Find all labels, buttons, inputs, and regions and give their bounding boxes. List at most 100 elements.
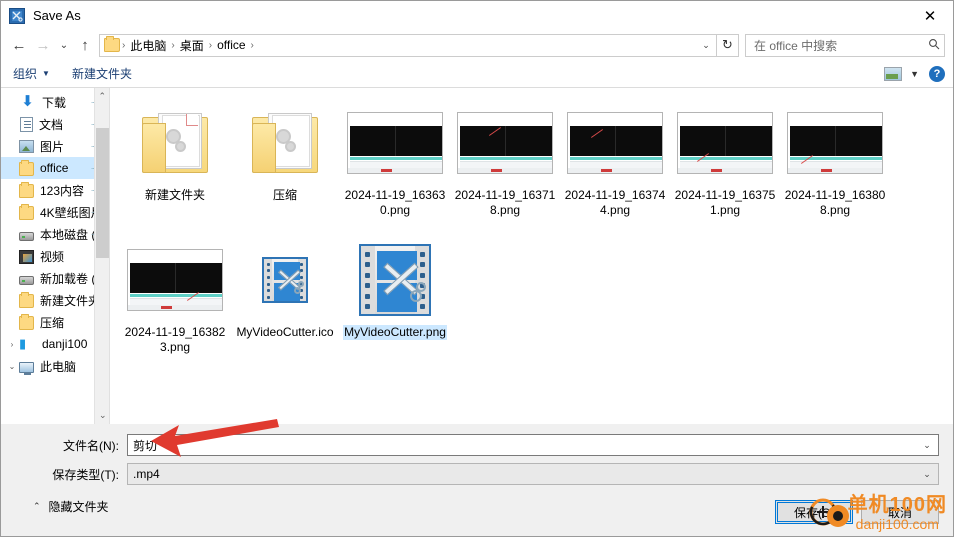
file-item[interactable]: 2024-11-19_163751.png bbox=[670, 98, 780, 235]
scissors-ring-2 bbox=[298, 281, 305, 287]
film-hole bbox=[365, 304, 371, 309]
breadcrumb-item-0[interactable]: 此电脑 bbox=[127, 37, 169, 54]
help-icon[interactable]: ? bbox=[929, 65, 945, 82]
thumb-statusbar bbox=[788, 168, 883, 173]
view-chevron-down-icon[interactable]: ▼ bbox=[910, 69, 919, 79]
thumb-timeline bbox=[570, 157, 663, 160]
file-name-label: 新建文件夹 bbox=[145, 188, 206, 202]
video-icon bbox=[19, 249, 34, 264]
folder-front bbox=[252, 123, 277, 173]
thumb-record-button bbox=[821, 169, 833, 172]
file-item[interactable]: 2024-11-19_163718.png bbox=[450, 98, 560, 235]
file-thumbnail bbox=[677, 104, 774, 182]
folder-icon bbox=[142, 113, 209, 173]
file-item[interactable]: MyVideoCutter.png bbox=[340, 235, 450, 372]
file-name-label: 2024-11-19_163751.png bbox=[674, 188, 776, 217]
breadcrumb-separator-2: › bbox=[208, 39, 213, 51]
back-icon[interactable]: ← bbox=[7, 33, 31, 57]
file-item[interactable]: 2024-11-19_163744.png bbox=[560, 98, 670, 235]
file-name-label: MyVideoCutter.png bbox=[343, 325, 448, 340]
save-button[interactable]: 保存(S) bbox=[775, 500, 853, 524]
breadcrumb-dropdown-icon[interactable]: ⌄ bbox=[698, 40, 714, 51]
thumb-video-panes bbox=[790, 126, 883, 156]
filetype-chevron-down-icon[interactable]: ⌄ bbox=[918, 469, 936, 480]
file-list-pane[interactable]: 新建文件夹 压缩 2024-11-19_163630.png 2024-11-19_1… bbox=[110, 88, 953, 424]
search-input[interactable]: 在 office 中搜索 bbox=[745, 33, 945, 57]
folder-corner bbox=[186, 114, 199, 126]
sidebar-item-0[interactable]: ⬇下载📌 bbox=[1, 91, 109, 113]
file-item[interactable]: 新建文件夹 bbox=[120, 98, 230, 235]
thumb-statusbar bbox=[458, 168, 553, 173]
drive-icon bbox=[19, 231, 34, 241]
sidebar-expander-icon[interactable]: › bbox=[7, 340, 17, 349]
film-hole bbox=[365, 283, 371, 288]
refresh-icon[interactable]: ↻ bbox=[717, 33, 739, 57]
thumb-video-panes bbox=[680, 126, 773, 156]
scrollbar-thumb[interactable] bbox=[96, 128, 110, 258]
file-grid: 新建文件夹 压缩 2024-11-19_163630.png 2024-11-19_1… bbox=[120, 98, 953, 372]
change-view-icon[interactable] bbox=[884, 66, 903, 81]
screenshot-thumbnail bbox=[127, 249, 224, 311]
scissors-ring-2 bbox=[416, 282, 427, 292]
gear-icon bbox=[285, 141, 297, 152]
sidebar-item-10[interactable]: 压缩 bbox=[1, 311, 109, 333]
folder-front bbox=[142, 123, 167, 173]
forward-icon[interactable]: → bbox=[31, 33, 55, 57]
sidebar-item-7[interactable]: 视频 bbox=[1, 245, 109, 267]
sidebar-item-label: 此电脑 bbox=[40, 359, 77, 374]
file-thumbnail bbox=[252, 104, 319, 182]
film-hole bbox=[365, 294, 371, 299]
sidebar-item-1[interactable]: 文档📌 bbox=[1, 113, 109, 135]
document-icon bbox=[20, 116, 33, 132]
sidebar-item-12[interactable]: ⌄ 此电脑 bbox=[1, 355, 109, 377]
new-folder-button[interactable]: 新建文件夹 bbox=[72, 65, 132, 82]
sidebar-item-9[interactable]: 新建文件夹 bbox=[1, 289, 109, 311]
thumb-video-panes bbox=[460, 126, 553, 156]
breadcrumb-item-1[interactable]: 桌面 bbox=[177, 37, 207, 54]
breadcrumb-folder-icon bbox=[104, 36, 120, 52]
sidebar-item-6[interactable]: 本地磁盘 (D:)📌 bbox=[1, 223, 109, 245]
navigation-pane: ⬇下载📌文档📌图片📌office📌123内容📌4K壁纸图片📌本地磁盘 (D:)📌… bbox=[1, 88, 110, 424]
cancel-button[interactable]: 取消 bbox=[861, 500, 939, 524]
organize-button[interactable]: 组织 ▼ bbox=[13, 65, 50, 82]
sidebar-expander-icon[interactable]: ⌄ bbox=[7, 362, 17, 371]
film-hole bbox=[267, 276, 271, 279]
organize-label: 组织 bbox=[13, 67, 38, 81]
up-icon[interactable]: ↑ bbox=[73, 33, 97, 57]
sidebar-item-3[interactable]: office📌 bbox=[1, 157, 110, 179]
close-icon[interactable]: ✕ bbox=[907, 1, 953, 30]
file-item[interactable]: 2024-11-19_163630.png bbox=[340, 98, 450, 235]
scroll-down-icon[interactable]: ⌄ bbox=[95, 407, 109, 424]
download-icon: ⬇ bbox=[21, 93, 34, 110]
this-pc-icon bbox=[19, 361, 34, 375]
breadcrumb[interactable]: › 此电脑 › 桌面 › office › ⌄ bbox=[99, 33, 717, 57]
sidebar-item-11[interactable]: › ▮ danji100 bbox=[1, 333, 109, 355]
file-item[interactable]: 2024-11-19_163808.png bbox=[780, 98, 890, 235]
screenshot-thumbnail bbox=[677, 112, 774, 174]
recent-locations-icon[interactable]: ⌄ bbox=[55, 33, 73, 57]
thumb-timeline bbox=[680, 157, 773, 160]
scroll-up-icon[interactable]: ⌃ bbox=[95, 88, 109, 105]
filetype-value: .mp4 bbox=[133, 467, 160, 481]
sidebar-item-8[interactable]: 新加载卷 (E:) bbox=[1, 267, 109, 289]
file-name-label: 2024-11-19_163718.png bbox=[454, 188, 556, 217]
new-folder-label: 新建文件夹 bbox=[71, 67, 132, 81]
file-item[interactable]: 压缩 bbox=[230, 98, 340, 235]
filetype-select[interactable]: .mp4 ⌄ bbox=[127, 463, 939, 485]
file-item[interactable]: 2024-11-19_163823.png bbox=[120, 235, 230, 372]
sidebar-scrollbar[interactable]: ⌃ ⌄ bbox=[94, 88, 110, 424]
file-name-label: 2024-11-19_163808.png bbox=[784, 188, 886, 217]
file-item[interactable]: MyVideoCutter.ico bbox=[230, 235, 340, 372]
thumb-record-button bbox=[161, 306, 173, 309]
folder-icon bbox=[19, 181, 34, 198]
film-strip-scissors-icon bbox=[359, 244, 432, 316]
thumb-video-panes bbox=[350, 126, 443, 156]
breadcrumb-item-2[interactable]: office bbox=[214, 38, 248, 52]
filename-chevron-down-icon[interactable]: ⌄ bbox=[918, 440, 936, 451]
sidebar-item-5[interactable]: 4K壁纸图片📌 bbox=[1, 201, 109, 223]
sidebar-item-2[interactable]: 图片📌 bbox=[1, 135, 109, 157]
command-toolbar: 组织 ▼ 新建文件夹 ▼ ? bbox=[1, 60, 953, 88]
file-thumbnail bbox=[567, 104, 664, 182]
sidebar-item-4[interactable]: 123内容📌 bbox=[1, 179, 109, 201]
filename-input[interactable]: 剪切 ⌄ bbox=[127, 434, 939, 456]
